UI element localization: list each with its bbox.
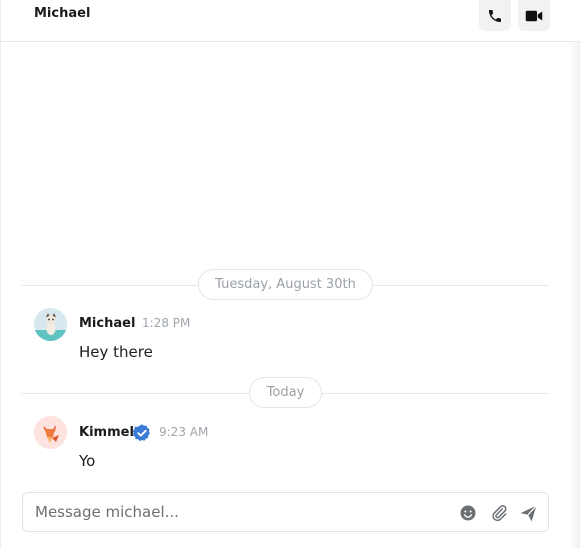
send-icon xyxy=(520,504,537,521)
message-text: Hey there xyxy=(79,343,153,361)
date-divider-label: Today xyxy=(249,377,322,408)
scroll-shadow xyxy=(570,0,580,548)
paperclip-icon xyxy=(492,505,507,522)
message-input[interactable] xyxy=(35,501,445,523)
chat-header: Michael xyxy=(1,0,580,42)
send-button[interactable] xyxy=(518,503,538,523)
message-author[interactable]: Michael xyxy=(79,316,135,331)
call-button[interactable] xyxy=(479,0,511,31)
fox-avatar-icon xyxy=(34,416,67,449)
conversation-title: Michael xyxy=(34,6,91,21)
verified-badge-icon xyxy=(132,424,150,442)
chat-window: Michael Tuesday, August 30th Michael 1:2… xyxy=(0,0,580,548)
video-camera-icon xyxy=(525,10,543,21)
emoji-button[interactable] xyxy=(458,503,478,523)
date-divider-label: Tuesday, August 30th xyxy=(198,269,373,300)
message-timestamp: 9:23 AM xyxy=(159,425,209,439)
avatar[interactable] xyxy=(34,416,67,449)
video-call-button[interactable] xyxy=(518,0,550,31)
cat-avatar-icon xyxy=(34,308,67,341)
emoji-icon xyxy=(460,505,476,521)
attach-button[interactable] xyxy=(489,503,509,523)
phone-icon xyxy=(489,9,501,22)
message-timestamp: 1:28 PM xyxy=(142,316,191,330)
message-author[interactable]: Kimmel xyxy=(79,425,134,440)
message-text: Yo xyxy=(79,452,96,470)
message-composer xyxy=(22,492,549,532)
avatar[interactable] xyxy=(34,308,67,341)
